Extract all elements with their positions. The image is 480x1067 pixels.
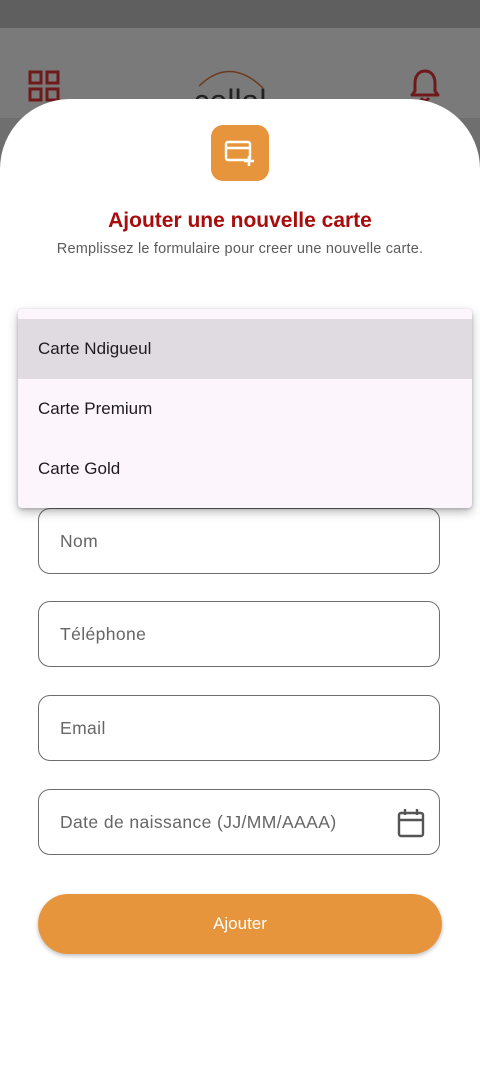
- calendar-icon[interactable]: [397, 808, 425, 838]
- birthdate-input[interactable]: [58, 810, 392, 834]
- email-input[interactable]: [58, 716, 392, 740]
- phone-field[interactable]: [38, 601, 440, 667]
- page-title: Ajouter une nouvelle carte: [108, 209, 372, 232]
- menu-item-carte-ndigueul[interactable]: Carte Ndigueul: [18, 319, 472, 379]
- page-subtitle: Remplissez le formulaire pour creer une …: [56, 241, 424, 257]
- add-button[interactable]: Ajouter: [38, 894, 442, 954]
- name-field[interactable]: [38, 508, 440, 574]
- card-type-dropdown-menu: Carte Ndigueul Carte Premium Carte Gold: [18, 309, 472, 508]
- menu-item-carte-gold[interactable]: Carte Gold: [18, 439, 472, 499]
- name-input[interactable]: [58, 529, 392, 553]
- menu-item-carte-premium[interactable]: Carte Premium: [18, 379, 472, 439]
- add-card-icon: [211, 125, 269, 181]
- birthdate-field[interactable]: [38, 789, 440, 855]
- email-field[interactable]: [38, 695, 440, 761]
- grid-icon[interactable]: [28, 70, 60, 102]
- status-bar: [0, 0, 480, 28]
- add-card-sheet: Ajouter une nouvelle carte Remplissez le…: [0, 99, 480, 1067]
- phone-input[interactable]: [58, 622, 392, 646]
